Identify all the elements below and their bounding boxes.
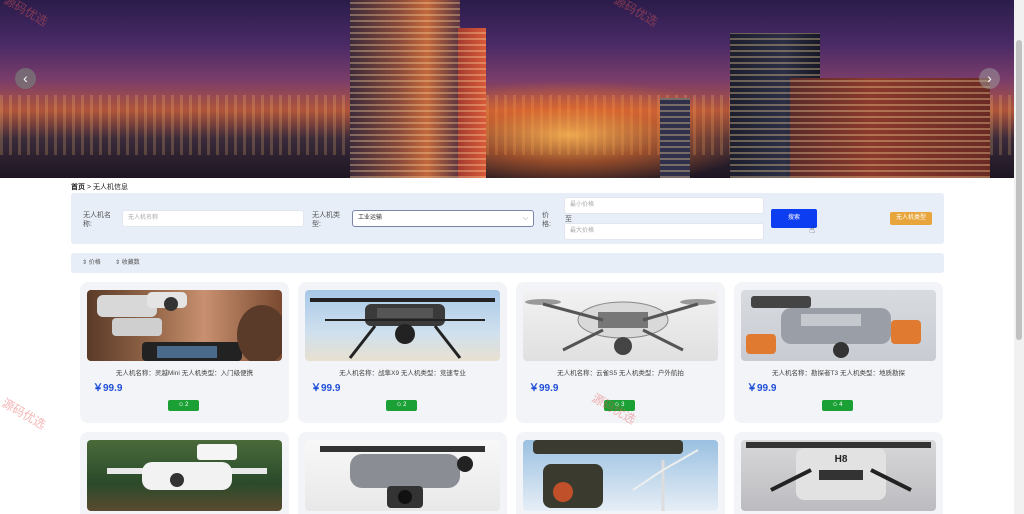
drone-card[interactable] bbox=[516, 432, 725, 514]
search-panel: 无人机名称: 无人机名称 无人机类型: 工业运输 ⌵ 价格: 最小价格 至 最大… bbox=[71, 193, 944, 244]
drone-card[interactable]: 无人机名称：战隼X9 无人机类型：竞速专业 ￥99.9 ✩ 2 bbox=[298, 282, 507, 423]
drone-description: 无人机名称：勘探者T3 无人机类型：地质勘探 bbox=[734, 367, 943, 377]
drone-logo-text: H8 bbox=[835, 454, 848, 465]
cursor-icon: ☝ bbox=[809, 225, 816, 236]
chevron-left-icon: ‹ bbox=[23, 70, 28, 86]
banner-carousel: ‹ › 源码优选 源码优选 bbox=[0, 0, 1014, 178]
drone-card[interactable] bbox=[80, 432, 289, 514]
carousel-next-button[interactable]: › bbox=[979, 68, 1000, 89]
scrollbar-thumb[interactable] bbox=[1016, 40, 1022, 340]
drone-name: 无人机名称：灵越Mini bbox=[115, 370, 180, 377]
drone-image[interactable] bbox=[523, 290, 718, 361]
breadcrumb-home[interactable]: 首页 bbox=[71, 184, 85, 191]
favorite-count-badge[interactable]: ✩ 2 bbox=[386, 400, 417, 411]
drone-description: 无人机名称：战隼X9 无人机类型：竞速专业 bbox=[298, 367, 507, 377]
drone-name: 无人机名称：云雀S5 bbox=[557, 370, 618, 377]
drone-image[interactable]: H8 bbox=[741, 440, 936, 511]
drone-image[interactable] bbox=[87, 440, 282, 511]
price-max-input[interactable]: 最大价格 bbox=[564, 223, 764, 240]
drone-card[interactable] bbox=[298, 432, 507, 514]
type-select-value: 工业运输 bbox=[358, 215, 383, 221]
drone-type-button[interactable]: 无人机类型 bbox=[890, 212, 932, 225]
drone-type: 无人机类型：地质勘探 bbox=[839, 370, 905, 377]
drone-card[interactable]: H8 bbox=[734, 432, 943, 514]
chevron-down-icon: ⌵ bbox=[522, 215, 528, 222]
building bbox=[790, 78, 990, 178]
drone-image[interactable] bbox=[741, 290, 936, 361]
sort-bar: ⇕ 价格 ⇕ 收藏数 bbox=[71, 253, 944, 273]
drone-name: 无人机名称：勘探者T3 bbox=[772, 370, 839, 377]
price-label: 价格: bbox=[542, 212, 551, 228]
favorite-count-badge[interactable]: ✩ 2 bbox=[168, 400, 199, 411]
carousel-prev-button[interactable]: ‹ bbox=[15, 68, 36, 89]
drone-price: ￥99.9 bbox=[93, 383, 123, 394]
drone-image[interactable] bbox=[523, 440, 718, 511]
type-label: 无人机类型: bbox=[312, 212, 340, 228]
breadcrumb-current: 无人机信息 bbox=[93, 184, 128, 191]
drone-description: 无人机名称：灵越Mini 无人机类型：入门级便携 bbox=[80, 367, 289, 377]
sort-price-button[interactable]: ⇕ 价格 bbox=[82, 253, 101, 273]
chevron-right-icon: › bbox=[987, 70, 992, 86]
building bbox=[458, 28, 486, 178]
breadcrumb: 首页 > 无人机信息 bbox=[71, 182, 128, 192]
watermark: 源码优选 bbox=[1, 0, 51, 29]
drone-image[interactable] bbox=[305, 440, 500, 511]
scrollbar[interactable] bbox=[1014, 0, 1024, 514]
watermark: 源码优选 bbox=[611, 0, 661, 29]
sort-favorites-button[interactable]: ⇕ 收藏数 bbox=[115, 253, 140, 273]
drone-type: 无人机类型：入门级便携 bbox=[181, 370, 254, 377]
drone-type: 无人机类型：竞速专业 bbox=[400, 370, 466, 377]
drone-image[interactable] bbox=[87, 290, 282, 361]
drone-image[interactable] bbox=[305, 290, 500, 361]
drone-card[interactable]: 无人机名称：灵越Mini 无人机类型：入门级便携 ￥99.9 ✩ 2 bbox=[80, 282, 289, 423]
drone-name: 无人机名称：战隼X9 bbox=[339, 370, 400, 377]
page: ‹ › 源码优选 源码优选 首页 > 无人机信息 无人机名称: 无人机名称 无人… bbox=[0, 0, 1024, 514]
drone-price: ￥99.9 bbox=[747, 383, 777, 394]
watermark: 源码优选 bbox=[0, 395, 49, 432]
favorite-count-badge[interactable]: ✩ 4 bbox=[822, 400, 853, 411]
name-search-input[interactable]: 无人机名称 bbox=[122, 210, 304, 227]
drone-type: 无人机类型：户外航拍 bbox=[618, 370, 684, 377]
drone-card[interactable]: 无人机名称：勘探者T3 无人机类型：地质勘探 ￥99.9 ✩ 4 bbox=[734, 282, 943, 423]
price-min-input[interactable]: 最小价格 bbox=[564, 197, 764, 214]
breadcrumb-separator: > bbox=[86, 184, 92, 191]
type-select[interactable]: 工业运输 ⌵ bbox=[352, 210, 534, 227]
name-label: 无人机名称: bbox=[83, 212, 111, 228]
drone-description: 无人机名称：云雀S5 无人机类型：户外航拍 bbox=[516, 367, 725, 377]
building bbox=[350, 0, 460, 178]
drone-price: ￥99.9 bbox=[529, 383, 559, 394]
building bbox=[660, 98, 690, 178]
drone-price: ￥99.9 bbox=[311, 383, 341, 394]
